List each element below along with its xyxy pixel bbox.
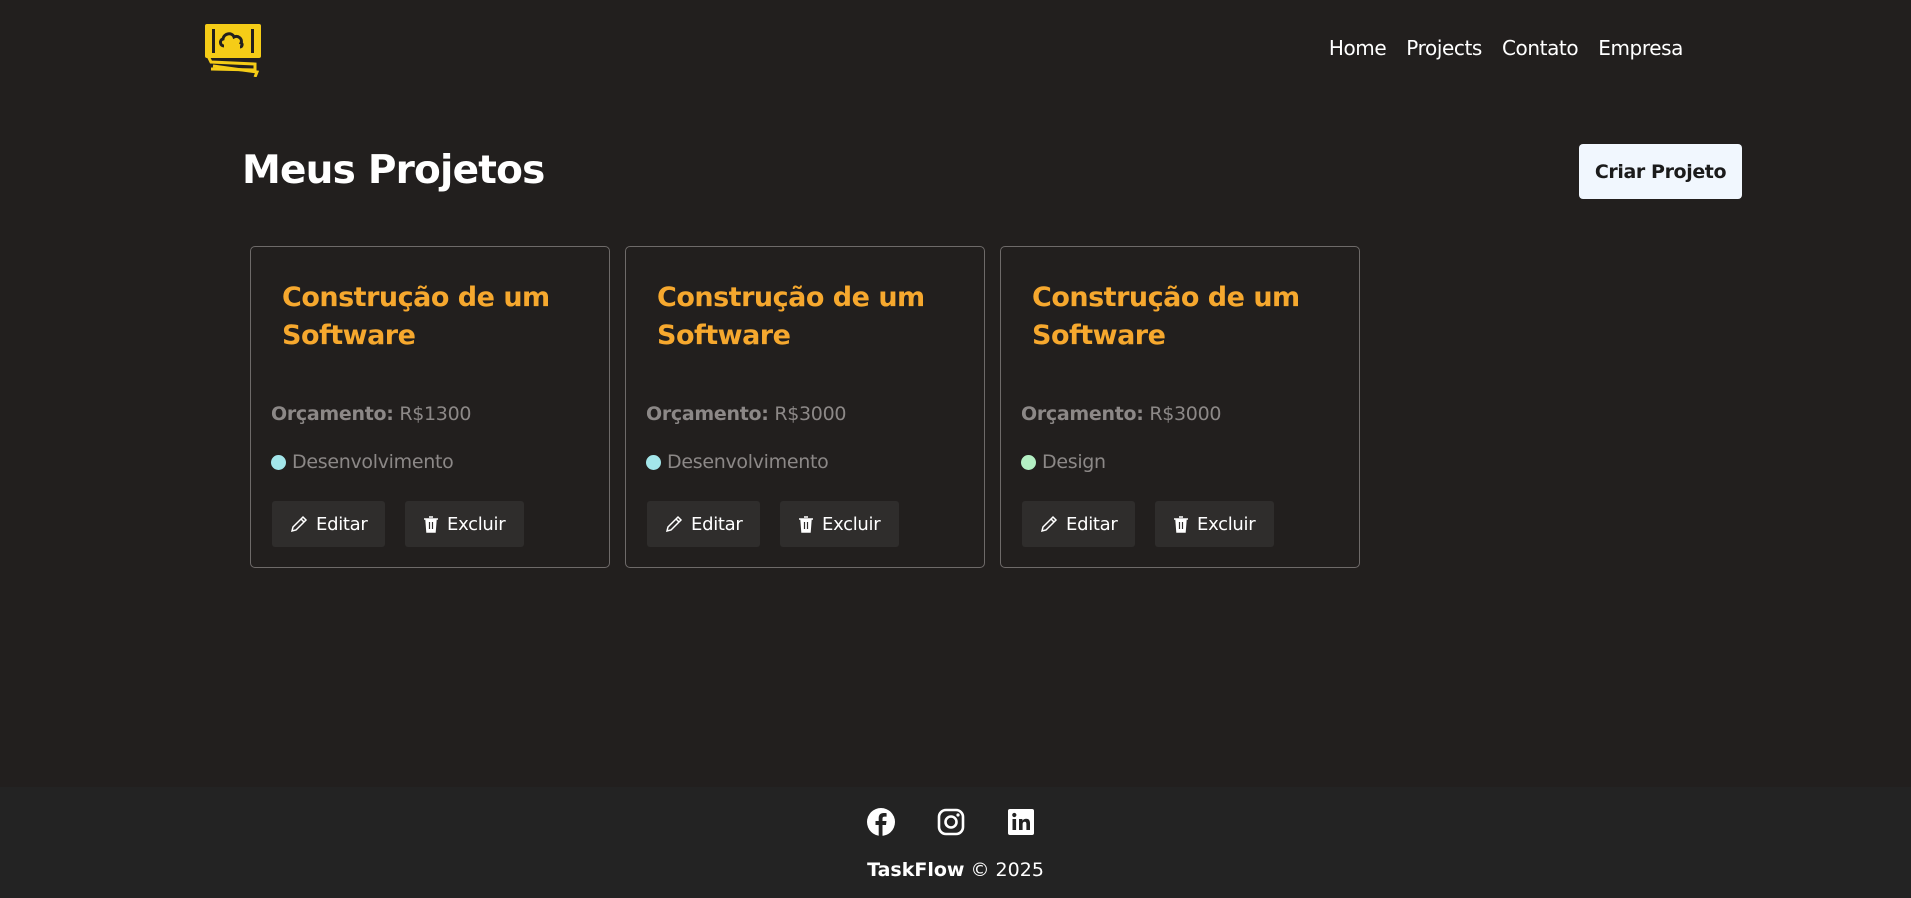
project-budget: Orçamento: R$3000: [1021, 403, 1221, 425]
trash-icon: [1174, 516, 1188, 533]
delete-label: Excluir: [447, 513, 506, 535]
edit-label: Editar: [1066, 513, 1118, 535]
page: Home Projects Contato Empresa Meus Proje…: [0, 0, 1911, 898]
budget-value: R$3000: [774, 403, 847, 425]
nav-home[interactable]: Home: [1329, 36, 1387, 60]
trash-icon: [799, 516, 813, 533]
project-card: Construção de um Software Orçamento: R$1…: [250, 246, 610, 568]
edit-button[interactable]: Editar: [272, 501, 385, 547]
footer-brand: TaskFlow: [867, 859, 965, 881]
project-category: Desenvolvimento: [271, 451, 454, 473]
project-title: Construção de um Software: [657, 282, 925, 351]
edit-button[interactable]: Editar: [647, 501, 760, 547]
edit-label: Editar: [691, 513, 743, 535]
edit-button[interactable]: Editar: [1022, 501, 1135, 547]
project-budget: Orçamento: R$3000: [646, 403, 846, 425]
category-dot-icon: [1021, 454, 1036, 470]
card-actions: Editar Excluir: [272, 501, 524, 547]
budget-value: R$3000: [1149, 403, 1222, 425]
project-list: Construção de um Software Orçamento: R$1…: [250, 246, 1360, 568]
budget-label: Orçamento:: [1021, 403, 1144, 425]
logo-icon[interactable]: [203, 22, 263, 78]
budget-label: Orçamento:: [646, 403, 769, 425]
pencil-icon: [665, 515, 683, 533]
nav-empresa[interactable]: Empresa: [1598, 36, 1683, 60]
category-label: Desenvolvimento: [292, 451, 454, 473]
linkedin-icon[interactable]: [1006, 807, 1036, 837]
facebook-icon[interactable]: [866, 807, 896, 837]
header: Home Projects Contato Empresa: [0, 0, 1911, 100]
delete-button[interactable]: Excluir: [405, 501, 524, 547]
footer: TaskFlow © 2025: [0, 787, 1911, 898]
page-title: Meus Projetos: [242, 148, 545, 193]
project-category: Desenvolvimento: [646, 451, 829, 473]
project-budget: Orçamento: R$1300: [271, 403, 471, 425]
category-dot-icon: [646, 454, 661, 470]
delete-button[interactable]: Excluir: [780, 501, 899, 547]
project-title: Construção de um Software: [1032, 282, 1300, 351]
project-card: Construção de um Software Orçamento: R$3…: [1000, 246, 1360, 568]
delete-label: Excluir: [1197, 513, 1256, 535]
delete-label: Excluir: [822, 513, 881, 535]
project-title: Construção de um Software: [282, 282, 550, 351]
project-card: Construção de um Software Orçamento: R$3…: [625, 246, 985, 568]
card-actions: Editar Excluir: [647, 501, 899, 547]
instagram-icon[interactable]: [936, 807, 966, 837]
project-category: Design: [1021, 451, 1106, 473]
category-dot-icon: [271, 454, 286, 470]
category-label: Desenvolvimento: [667, 451, 829, 473]
pencil-icon: [1040, 515, 1058, 533]
pencil-icon: [290, 515, 308, 533]
budget-label: Orçamento:: [271, 403, 394, 425]
nav-projects[interactable]: Projects: [1406, 36, 1482, 60]
card-actions: Editar Excluir: [1022, 501, 1274, 547]
main-nav: Home Projects Contato Empresa: [1329, 36, 1684, 60]
category-label: Design: [1042, 451, 1106, 473]
footer-copyright: © 2025: [964, 859, 1044, 881]
copyright: TaskFlow © 2025: [0, 859, 1911, 881]
edit-label: Editar: [316, 513, 368, 535]
delete-button[interactable]: Excluir: [1155, 501, 1274, 547]
budget-value: R$1300: [399, 403, 472, 425]
trash-icon: [424, 516, 438, 533]
create-project-button[interactable]: Criar Projeto: [1579, 144, 1742, 199]
social-links: [866, 807, 1036, 837]
nav-contato[interactable]: Contato: [1502, 36, 1579, 60]
